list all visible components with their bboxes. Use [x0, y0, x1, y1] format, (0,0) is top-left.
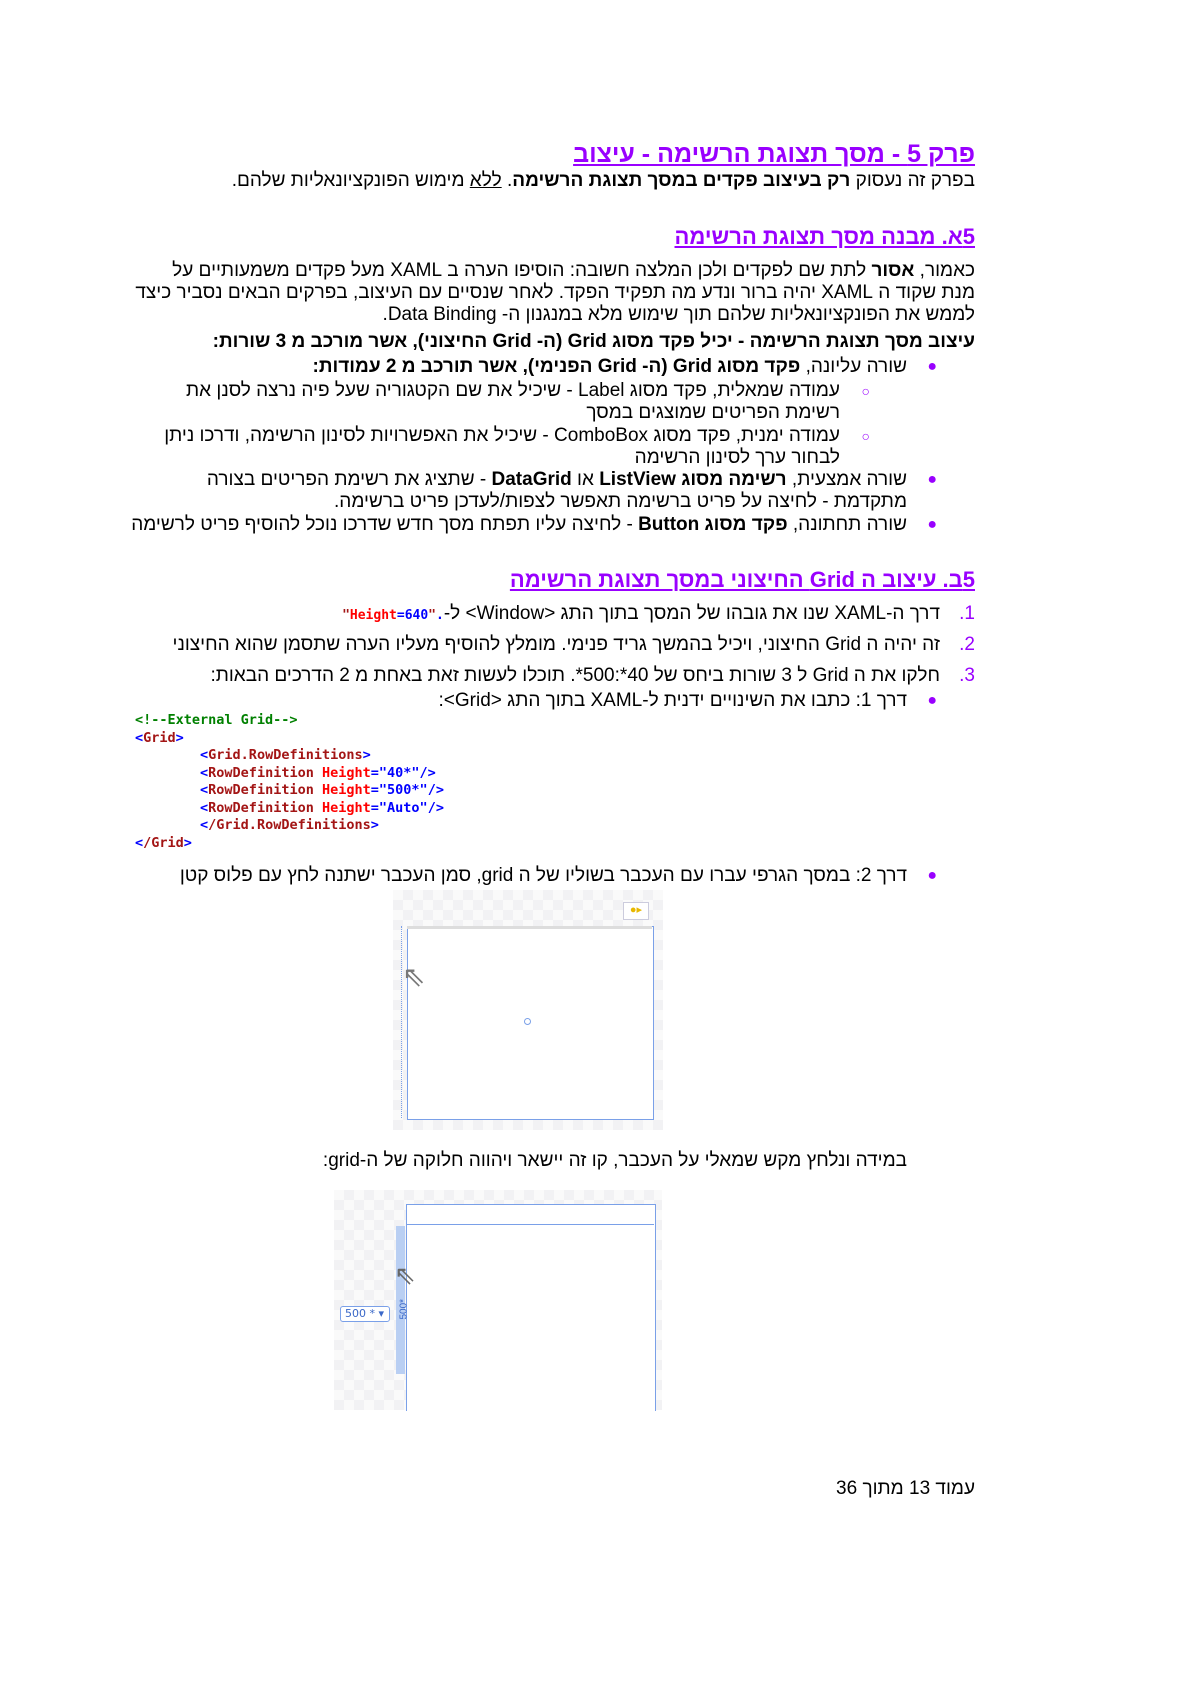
step-number: 2. [959, 634, 975, 655]
title-bar [407, 926, 652, 929]
code-tag: RowDefinition [208, 782, 314, 798]
row-divider-line [406, 1224, 654, 1225]
list-item-right-column: ○ עמודה ימנית, פקד מסוג ComboBox - שיכיל… [135, 425, 870, 469]
row-height-dropdown[interactable]: 500 * ▾ [340, 1306, 390, 1322]
way-1-text: דרך 1: כתבו את השינויים ידנית ל-XAML בתו… [438, 690, 908, 711]
para-text: כאמור, [914, 260, 975, 281]
list-item-middle-row: ● שורה אמצעית, רשימה מסוג ListView או Da… [135, 469, 937, 513]
row-height-side-label: 500* [398, 1298, 410, 1320]
code-end: . [436, 608, 444, 623]
row1-text: שורה עליונה, [800, 356, 907, 377]
code-tag: RowDefinition [208, 799, 314, 816]
step-2-text: זה יהיה ה Grid החיצוני, ויכיל בהמשך גריד… [172, 634, 940, 655]
row2-bold1: רשימה מסוג ListView [599, 469, 787, 490]
list-item-top-row: ● שורה עליונה, פקד מסוג Grid (ה- Grid הפ… [135, 356, 937, 378]
code-tag: Grid [143, 729, 176, 746]
intro-paragraph: בפרק זה נעסוק רק בעיצוב פקדים במסך תצוגת… [135, 170, 975, 192]
code-quote: " [342, 608, 350, 623]
bullet-icon: ● [927, 471, 937, 488]
code-tag: /Grid [143, 834, 184, 851]
designer-screenshot-divided: ⇖ 500 * ▾ 500* [334, 1190, 662, 1411]
code-eq: = [396, 608, 405, 623]
circle-bullet-icon: ○ [861, 428, 870, 444]
row1-bold: פקד מסוג Grid (ה- Grid הפנימי), אשר תורכ… [312, 356, 801, 377]
intro-end: מימוש הפונקציונאליות שלהם. [231, 170, 470, 191]
section-a-heading: 5א. מבנה מסך תצוגת הרשימה [674, 224, 975, 249]
intro-sep: . [501, 170, 513, 191]
code-value: "40*" [378, 764, 420, 781]
step-1-text: דרך ה-XAML שנו את גובהו של המסך בתוך התג… [443, 603, 940, 624]
row-ruler [401, 926, 402, 1118]
code-tag: /Grid.RowDefinitions [208, 817, 371, 833]
code-tag: Grid.RowDefinitions [208, 747, 363, 763]
step-3: 3. חלקו את ה Grid ל 3 שורות ביחס של 40*:… [135, 665, 975, 687]
row3-bold: פקד מסוג Button [638, 514, 788, 535]
way-1: ● דרך 1: כתבו את השינויים ידנית ל-XAML ב… [135, 690, 938, 712]
step-2: 2. זה יהיה ה Grid החיצוני, ויכיל בהמשך ג… [135, 634, 975, 656]
code-attr: Height [321, 764, 371, 781]
step-3-text: חלקו את ה Grid ל 3 שורות ביחס של 40*:500… [210, 665, 940, 686]
designer-screenshot-hover: ●▸ ⇖ [393, 890, 663, 1130]
cursor-plus-icon: ⇖ [394, 1260, 416, 1290]
code-tag: RowDefinition [208, 764, 314, 781]
list-item-left-column: ○ עמודה שמאלית, פקד מסוג Label - שיכיל א… [135, 380, 870, 424]
row3-rest: - לחיצה עליו תפתח מסך חדש שדרכו נוכל להו… [131, 514, 639, 535]
section-a-paragraph: כאמור, אסור לתת שם לפקדים ולכן המלצה חשו… [135, 260, 975, 326]
code-value: "500*" [378, 782, 428, 798]
layout-lead: עיצוב מסך תצוגת הרשימה - יכיל פקד מסוג G… [212, 331, 975, 352]
code-value: 640 [404, 608, 429, 623]
section-b-heading: 5ב. עיצוב ה Grid החיצוני במסך תצוגת הרשי… [509, 567, 975, 592]
bullet-icon: ● [927, 692, 937, 709]
list-item-bottom-row: ● שורה תחתונה, פקד מסוג Button - לחיצה ע… [107, 514, 937, 536]
intro-underline: ללא [469, 170, 502, 191]
grid-frame [406, 1204, 656, 1411]
row2-bold2: DataGrid [491, 469, 572, 490]
bullet-icon: ● [927, 867, 937, 884]
lightbulb-icon: ●▸ [623, 902, 649, 920]
step-number: 1. [959, 603, 975, 624]
right-column-text: עמודה ימנית, פקד מסוג ComboBox - שיכיל א… [164, 425, 840, 468]
way-2: ● דרך 2: במסך הגרפי עברו עם העכבר בשוליו… [135, 865, 937, 887]
circle-bullet-icon: ○ [861, 383, 870, 399]
bullet-icon: ● [927, 516, 937, 533]
left-column-text: עמודה שמאלית, פקד מסוג Label - שיכיל את … [186, 380, 840, 423]
code-value: "Auto" [378, 799, 428, 816]
code-comment: <!--External Grid--> [135, 712, 298, 728]
row2-text: שורה אמצעית, [786, 469, 907, 490]
code-attr: Height [321, 782, 371, 798]
bullet-icon: ● [927, 358, 937, 375]
code-attr: Height [321, 799, 371, 816]
after-click-text: במידה ונלחץ מקש שמאלי על העכבר, קו זה יי… [322, 1150, 907, 1171]
way-2-text: דרך 2: במסך הגרפי עברו עם העכבר בשוליו ש… [179, 865, 907, 886]
step-number: 3. [959, 665, 975, 686]
intro-text: בפרק זה נעסוק [850, 170, 975, 191]
row2-or: או [571, 469, 600, 490]
intro-bold: רק בעיצוב פקדים במסך תצוגת הרשימה [512, 170, 851, 191]
chapter-title: פרק 5 - מסך תצוגת הרשימה - עיצוב [573, 140, 975, 168]
para-text-rest: לתת שם לפקדים ולכן המלצה חשובה: הוסיפו ה… [135, 260, 975, 325]
row3-text: שורה תחתונה, [787, 514, 907, 535]
xaml-code-block: <!--External Grid--> <Grid> <Grid.RowDef… [135, 712, 444, 851]
code-attr: Height [349, 608, 397, 623]
row-height-value: 500 [345, 1307, 366, 1320]
step-1: 1. דרך ה-XAML שנו את גובהו של המסך בתוך … [135, 603, 975, 627]
cursor-plus-icon: ⇖ [402, 961, 426, 992]
star-unit: * [369, 1307, 376, 1320]
center-handle [524, 1018, 531, 1025]
code-quote: " [428, 608, 436, 623]
page-number: עמוד 13 מתוך 36 [836, 1478, 975, 1499]
para-bold: אסור [871, 260, 915, 281]
